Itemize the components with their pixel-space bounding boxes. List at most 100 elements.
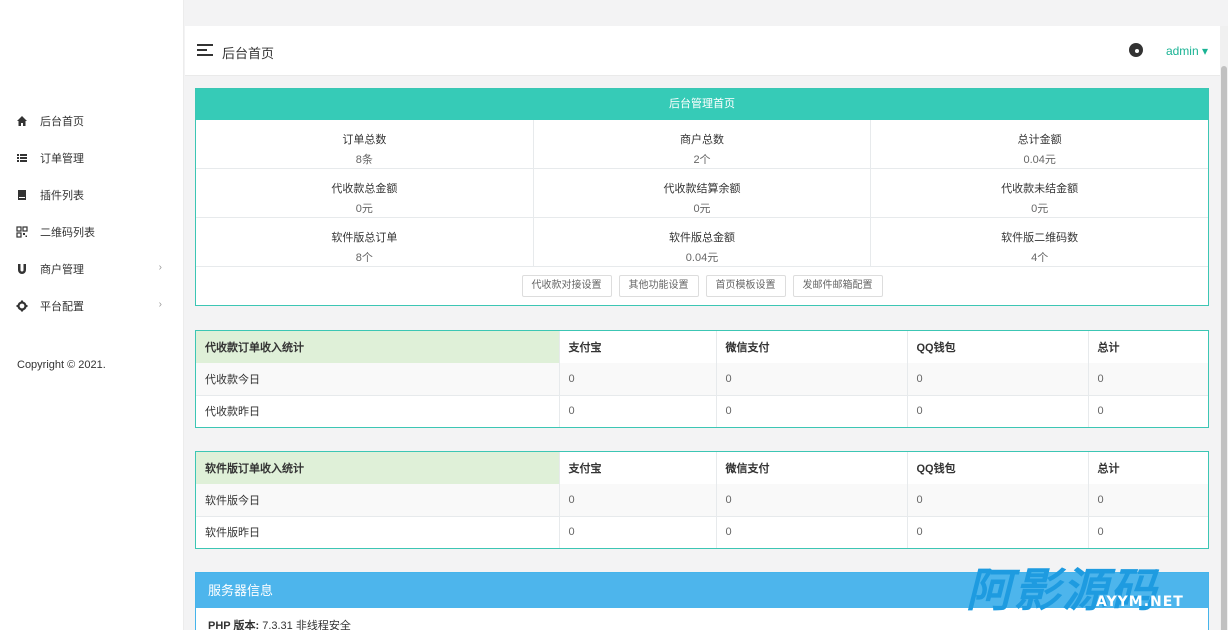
overview-panel: 后台管理首页 订单总数 8条 商户总数 2个 总计金额 0.04元 代收款总金额 0元 … bbox=[195, 88, 1209, 306]
other-settings-button[interactable]: 其他功能设置 bbox=[618, 275, 699, 297]
sidebar-item-label: 插件列表 bbox=[40, 189, 84, 202]
page-title: 后台首页 bbox=[222, 46, 275, 61]
chevron-right-icon: › bbox=[158, 262, 162, 273]
software-stats-table: 软件版订单收入统计 支付宝 微信支付 QQ钱包 总计 软件版今日 0 0 0 0… bbox=[195, 451, 1209, 549]
table-cell: 0 bbox=[716, 363, 908, 396]
settings-buttons: 代收款对接设置 其他功能设置 首页模板设置 发邮件邮箱配置 bbox=[196, 267, 1208, 305]
row-label: 软件版今日 bbox=[196, 484, 560, 517]
php-version-row: PHP 版本: 7.3.31 非线程安全 bbox=[196, 608, 1208, 630]
sidebar-item-home[interactable]: 后台首页 bbox=[0, 102, 184, 139]
user-name: admin bbox=[1165, 44, 1199, 58]
sidebar-item-label: 商户管理 bbox=[40, 263, 84, 276]
sidebar-item-label: 订单管理 bbox=[40, 152, 84, 165]
home-icon bbox=[16, 115, 28, 127]
sidebar-item-qrcodes[interactable]: 二维码列表 bbox=[0, 213, 184, 250]
table-cell: 0 bbox=[559, 395, 717, 427]
scrollbar[interactable] bbox=[1220, 26, 1228, 630]
stat-cell: 软件版二维码数 4个 bbox=[871, 218, 1208, 266]
table-cell: 0 bbox=[1088, 363, 1208, 396]
table-cell: 0 bbox=[716, 516, 908, 548]
copyright: Copyright © 2021. bbox=[17, 359, 106, 371]
stat-label: 软件版总金额 bbox=[669, 232, 735, 244]
sidebar-item-merchants[interactable]: 商户管理 › bbox=[0, 250, 184, 287]
sidebar-nav: 后台首页 订单管理 插件列表 二维码列表 商户管理 › 平台配置 › bbox=[0, 102, 184, 324]
stat-cell: 软件版总金额 0.04元 bbox=[534, 218, 872, 266]
collect-stats-table: 代收款订单收入统计 支付宝 微信支付 QQ钱包 总计 代收款今日 0 0 0 0… bbox=[195, 330, 1209, 428]
sidebar-item-platform-config[interactable]: 平台配置 › bbox=[0, 287, 184, 324]
scrollbar-thumb[interactable] bbox=[1221, 66, 1227, 630]
mail-config-button[interactable]: 发邮件邮箱配置 bbox=[792, 275, 883, 297]
stat-cell: 代收款结算余额 0元 bbox=[534, 169, 872, 217]
stat-label: 订单总数 bbox=[342, 134, 387, 146]
column-header: 支付宝 bbox=[559, 452, 717, 484]
php-version-value: 7.3.31 非线程安全 bbox=[262, 620, 351, 630]
stat-label: 总计金额 bbox=[1017, 134, 1062, 146]
gear-icon bbox=[16, 300, 28, 312]
stat-label: 代收款总金额 bbox=[331, 183, 398, 195]
stat-cell: 代收款未结金额 0元 bbox=[871, 169, 1208, 217]
column-header: 总计 bbox=[1097, 463, 1120, 475]
menu-toggle-icon[interactable] bbox=[197, 44, 213, 56]
row-label: 代收款昨日 bbox=[196, 395, 560, 427]
collect-settings-button[interactable]: 代收款对接设置 bbox=[521, 275, 612, 297]
table-cell: 0 bbox=[907, 484, 1089, 517]
column-header: 总计 bbox=[1097, 342, 1120, 354]
palette-icon[interactable] bbox=[1129, 43, 1143, 57]
overview-title: 后台管理首页 bbox=[196, 89, 1208, 120]
user-menu[interactable]: admin ▾ bbox=[1166, 44, 1208, 58]
sidebar-item-orders[interactable]: 订单管理 bbox=[0, 139, 184, 176]
stat-value: 8条 bbox=[355, 154, 373, 166]
sidebar-item-plugins[interactable]: 插件列表 bbox=[0, 176, 184, 213]
column-header: 微信支付 bbox=[716, 452, 908, 484]
php-version-label: PHP 版本: bbox=[208, 620, 260, 630]
table-cell: 0 bbox=[559, 516, 717, 548]
stat-value: 0元 bbox=[693, 203, 711, 215]
stat-value: 0元 bbox=[1031, 203, 1049, 215]
column-header: QQ钱包 bbox=[907, 452, 1089, 484]
row-label: 软件版昨日 bbox=[196, 516, 560, 548]
stat-cell: 代收款总金额 0元 bbox=[196, 169, 534, 217]
stat-label: 软件版二维码数 bbox=[1001, 232, 1079, 244]
table-row: 软件版昨日 0 0 0 0 bbox=[196, 516, 1208, 548]
book-icon bbox=[16, 189, 28, 201]
stat-value: 0.04元 bbox=[1023, 154, 1056, 166]
stat-label: 商户总数 bbox=[680, 134, 724, 146]
top-header: 后台首页 admin ▾ bbox=[185, 26, 1220, 76]
table-cell: 0 bbox=[1088, 484, 1208, 517]
table-cell: 0 bbox=[559, 484, 717, 517]
table-cell: 0 bbox=[1097, 405, 1104, 418]
table-cell: 0 bbox=[1097, 526, 1104, 539]
table-cell: 0 bbox=[907, 395, 1089, 427]
overview-row: 软件版总订单 8个 软件版总金额 0.04元 软件版二维码数 4个 bbox=[196, 218, 1208, 267]
table-cell: 0 bbox=[559, 363, 717, 396]
stat-value: 4个 bbox=[1031, 252, 1049, 264]
qrcode-icon bbox=[16, 225, 28, 238]
column-header: 软件版订单收入统计 bbox=[196, 452, 560, 484]
table-row: 软件版今日 0 0 0 0 bbox=[196, 484, 1208, 517]
chevron-right-icon: › bbox=[158, 299, 162, 310]
stat-value: 0元 bbox=[355, 203, 373, 215]
server-info-panel: 服务器信息 PHP 版本: 7.3.31 非线程安全 bbox=[195, 572, 1209, 630]
table-header: 软件版订单收入统计 支付宝 微信支付 QQ钱包 总计 bbox=[196, 452, 1208, 484]
sidebar-item-label: 二维码列表 bbox=[40, 226, 95, 239]
table-header: 代收款订单收入统计 支付宝 微信支付 QQ钱包 总计 bbox=[196, 331, 1208, 363]
column-header: 代收款订单收入统计 bbox=[196, 331, 560, 363]
column-header: 微信支付 bbox=[716, 331, 908, 363]
caret-down-icon: ▾ bbox=[1201, 44, 1208, 58]
stat-value: 8个 bbox=[355, 252, 373, 264]
table-cell: 0 bbox=[716, 395, 908, 427]
homepage-template-button[interactable]: 首页模板设置 bbox=[705, 275, 786, 297]
sidebar-item-label: 平台配置 bbox=[40, 300, 84, 313]
column-header: 支付宝 bbox=[559, 331, 717, 363]
server-info-title: 服务器信息 bbox=[196, 573, 1208, 608]
stat-label: 代收款结算余额 bbox=[663, 183, 741, 195]
column-header: QQ钱包 bbox=[907, 331, 1089, 363]
stat-cell: 订单总数 8条 bbox=[196, 120, 534, 168]
table-row: 代收款昨日 0 0 0 0 bbox=[196, 395, 1208, 427]
table-row: 代收款今日 0 0 0 0 bbox=[196, 363, 1208, 396]
stat-label: 代收款未结金额 bbox=[1001, 183, 1079, 195]
list-icon bbox=[16, 152, 28, 164]
row-label: 代收款今日 bbox=[196, 363, 560, 396]
sidebar-item-label: 后台首页 bbox=[40, 115, 84, 128]
magnet-icon bbox=[16, 263, 28, 275]
